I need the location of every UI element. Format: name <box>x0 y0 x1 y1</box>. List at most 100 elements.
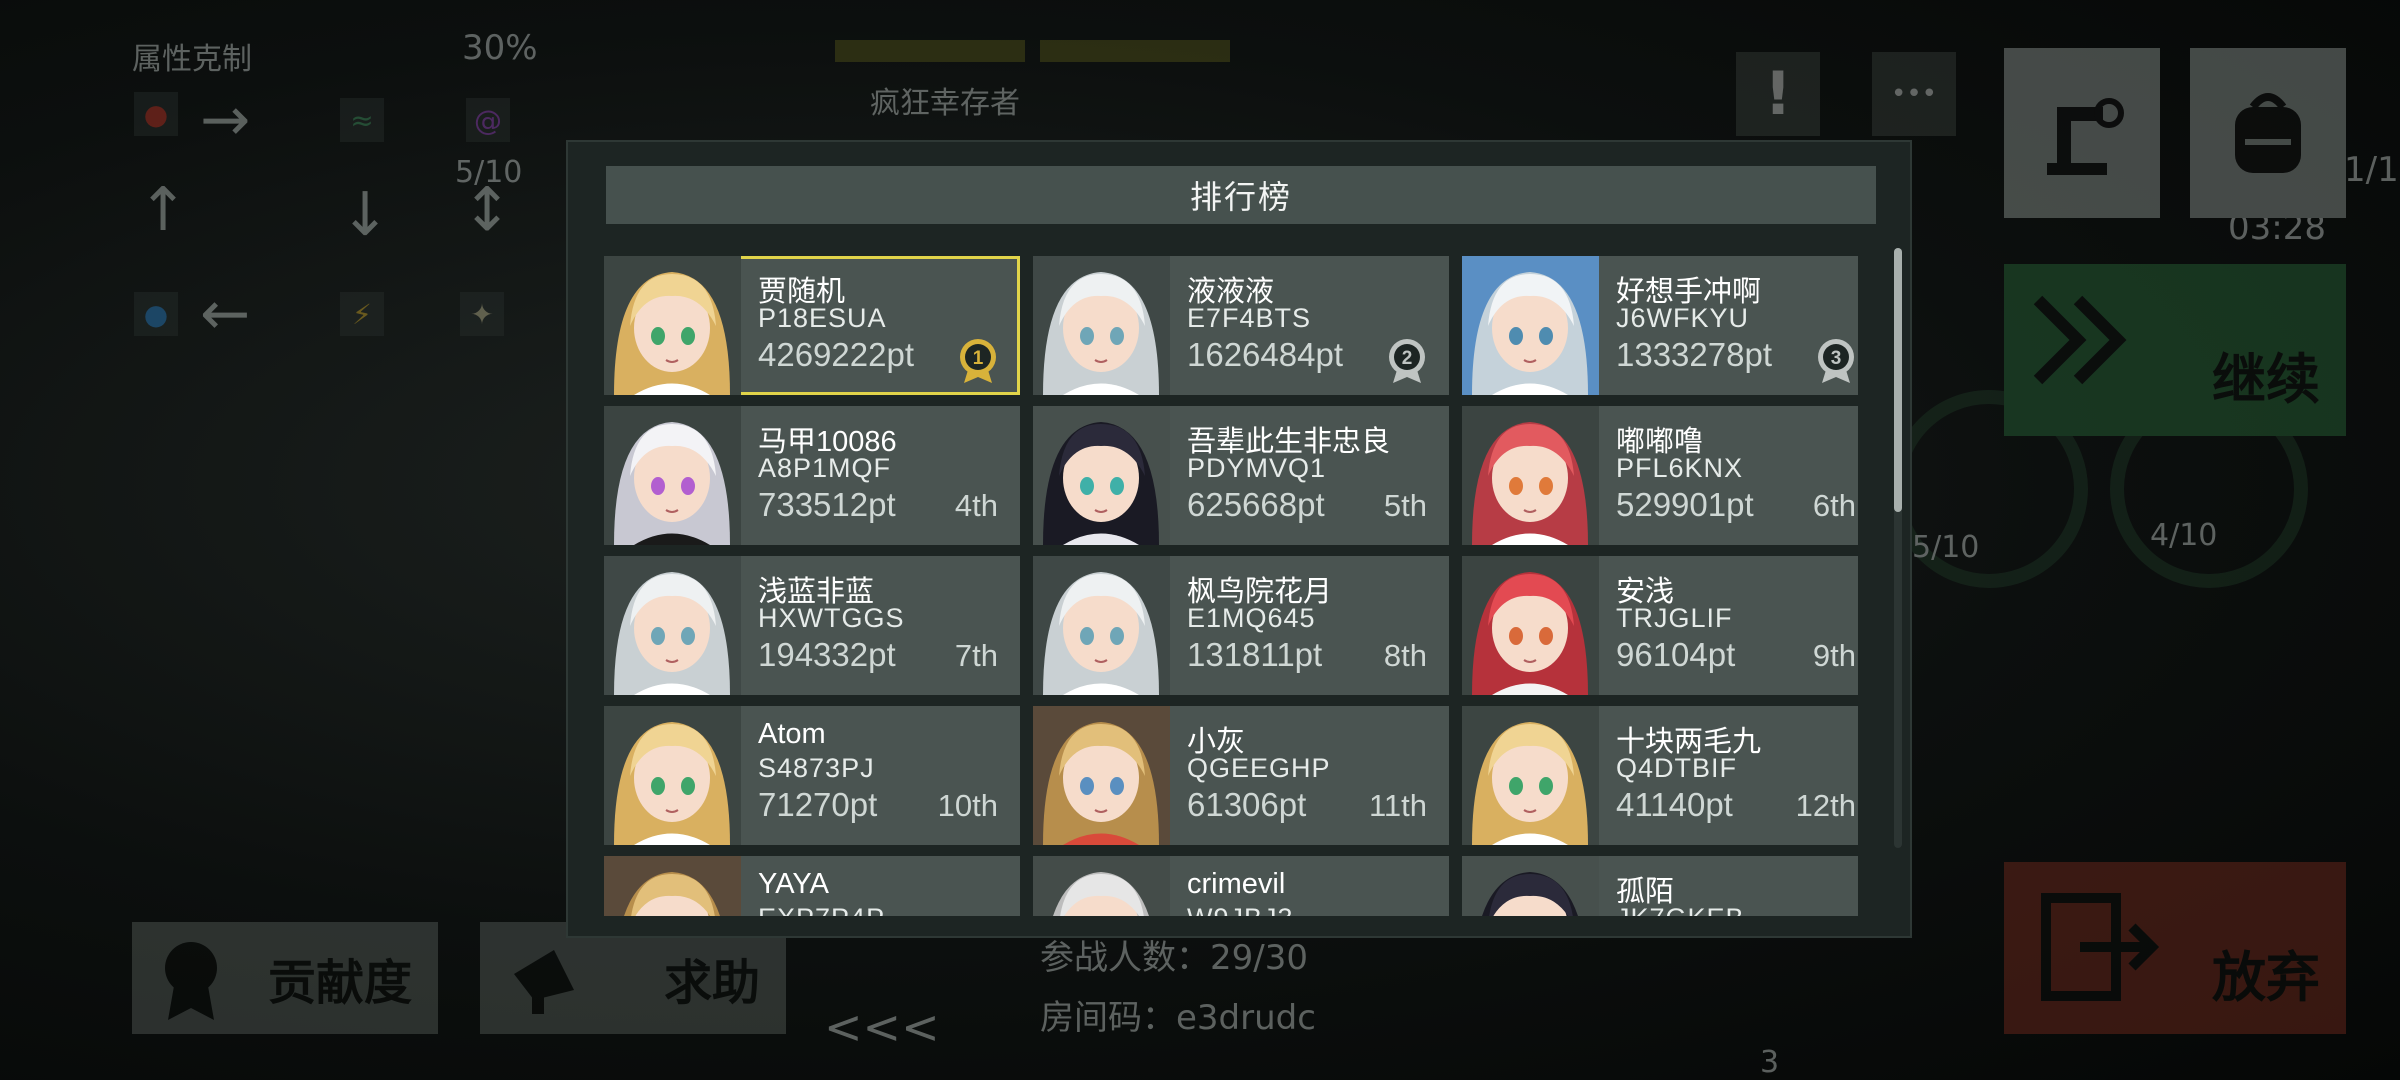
scrollbar-thumb[interactable] <box>1894 248 1902 512</box>
player-points: 41140pt <box>1616 786 1733 823</box>
avatar <box>1462 556 1599 695</box>
avatar <box>604 406 741 545</box>
avatar <box>1462 856 1599 916</box>
boss-hp-bar-a <box>835 40 1025 62</box>
avatar <box>1033 406 1170 545</box>
fire-element-icon: ● <box>134 92 178 136</box>
backpack-button[interactable] <box>2190 48 2346 218</box>
player-code: HXWTGGS <box>758 603 905 633</box>
player-points: 61306pt <box>1187 786 1307 823</box>
arrow-up-icon: ↑ <box>138 175 189 245</box>
avatar <box>1462 256 1599 395</box>
player-rank: 4th <box>954 488 998 523</box>
player-rank: 12th <box>1795 788 1856 823</box>
circle-count-b: 4/10 <box>2150 518 2218 553</box>
player-card[interactable]: YAYA EXP7P4P <box>604 856 1020 916</box>
rank-medal-icon: 1 <box>960 339 996 383</box>
player-card[interactable]: 液液液 E7F4BTS 1626484pt 2 <box>1033 256 1449 395</box>
avatar-portrait <box>1462 856 1599 916</box>
alert-icon: ! <box>1764 59 1792 129</box>
player-card[interactable]: 马甲10086 A8P1MQF 733512pt 4th <box>604 406 1020 545</box>
avatar <box>604 706 741 845</box>
boss-hp-bar-b <box>1040 40 1230 62</box>
svg-text:2: 2 <box>1402 348 1413 369</box>
avatar-portrait <box>1033 556 1170 695</box>
player-code: Q4DTBIF <box>1616 753 1738 783</box>
ranking-grid: 贾随机 P18ESUA 4269222pt 1 液液液 E7F4BTS 1626… <box>604 256 1858 916</box>
continue-button[interactable]: 继续 <box>2004 264 2346 436</box>
avatar <box>1033 706 1170 845</box>
rank-medal-icon: 3 <box>1818 339 1854 383</box>
arrow-updown-icon: ↕ <box>462 175 513 245</box>
avatar-portrait <box>1033 256 1170 395</box>
player-code: J6WFKYU <box>1616 303 1750 333</box>
chat-button[interactable]: ••• <box>1872 52 1956 136</box>
ranking-modal: 排行榜 贾随机 P18ESUA 4269222pt 1 液液液 E7F4BTS <box>566 140 1912 938</box>
player-card[interactable]: 吾辈此生非忠良 PDYMVQ1 625668pt 5th <box>1033 406 1449 545</box>
abandon-button[interactable]: 放弃 <box>2004 862 2346 1034</box>
player-code: PDYMVQ1 <box>1187 453 1327 483</box>
star-element-icon: ✦ <box>460 292 504 336</box>
double-chevron-icon <box>2033 295 2127 385</box>
player-points: 4269222pt <box>758 336 914 373</box>
attribute-counter-label: 属性克制 <box>132 42 252 77</box>
contribution-button[interactable]: 贡献度 <box>132 922 438 1034</box>
player-rank: 11th <box>1368 788 1427 823</box>
continue-label: 继续 <box>2212 348 2320 411</box>
modal-title: 排行榜 <box>606 166 1876 224</box>
avatar-portrait <box>604 856 741 916</box>
player-code: PFL6KNX <box>1616 453 1744 483</box>
side-counter: 1/1 <box>2344 150 2399 190</box>
player-code: TRJGLIF <box>1616 603 1733 633</box>
avatar-portrait <box>1033 706 1170 845</box>
avatar-portrait <box>604 706 741 845</box>
avatar <box>1033 856 1170 916</box>
avatar <box>1033 556 1170 695</box>
back-chevrons: <<< <box>824 1000 940 1054</box>
robot-arm-icon <box>2047 98 2124 175</box>
avatar-portrait <box>1462 406 1599 545</box>
player-card[interactable]: 小灰 QGEEGHP 61306pt 11th <box>1033 706 1449 845</box>
player-code: QGEEGHP <box>1187 753 1331 783</box>
void-element-icon: @ <box>466 98 510 142</box>
player-points: 1333278pt <box>1616 336 1772 373</box>
help-button[interactable]: 求助 <box>480 922 786 1034</box>
player-points: 96104pt <box>1616 636 1736 673</box>
wind-element-icon: ≈ <box>340 98 384 142</box>
player-card[interactable]: 浅蓝非蓝 HXWTGGS 194332pt 7th <box>604 556 1020 695</box>
player-points: 71270pt <box>758 786 878 823</box>
player-rank: 7th <box>954 638 998 673</box>
avatar-portrait <box>1462 706 1599 845</box>
scrollbar[interactable] <box>1894 248 1902 848</box>
avatar-portrait <box>1462 256 1599 395</box>
arrow-down-icon: ↓ <box>340 180 391 250</box>
player-code: JK7GKEB <box>1616 903 1745 916</box>
megaphone-icon <box>514 950 574 1014</box>
player-card[interactable]: 枫鸟院花月 E1MQ645 131811pt 8th <box>1033 556 1449 695</box>
arrow-right-icon: → <box>200 85 251 155</box>
equip-button[interactable] <box>2004 48 2160 218</box>
alert-button[interactable]: ! <box>1736 52 1820 136</box>
player-code: W9JBJ3 <box>1187 903 1294 916</box>
avatar-portrait <box>604 256 741 395</box>
water-element-icon: ● <box>134 292 178 336</box>
player-rank: 9th <box>1812 638 1856 673</box>
avatar <box>1033 256 1170 395</box>
room-code: 房间码：e3drudc <box>1040 998 1316 1038</box>
player-card[interactable]: 十块两毛九 Q4DTBIF 41140pt 12th <box>1462 706 1858 845</box>
player-card[interactable]: crimevil W9JBJ3 <box>1033 856 1449 916</box>
player-card[interactable]: 贾随机 P18ESUA 4269222pt 1 <box>604 256 1020 395</box>
player-card[interactable]: Atom S4873PJ 71270pt 10th <box>604 706 1020 845</box>
player-card[interactable]: 好想手冲啊 J6WFKYU 1333278pt 3 <box>1462 256 1858 395</box>
avatar-portrait <box>1033 406 1170 545</box>
player-points: 131811pt <box>1187 636 1323 673</box>
circle-count-a: 5/10 <box>1912 530 1980 565</box>
player-name: YAYA <box>758 868 829 900</box>
player-points: 625668pt <box>1187 486 1325 523</box>
rank-medal-icon: 2 <box>1389 339 1425 383</box>
player-card[interactable]: 嘟嘟噜 PFL6KNX 529901pt 6th <box>1462 406 1858 545</box>
ranking-list[interactable]: 贾随机 P18ESUA 4269222pt 1 液液液 E7F4BTS 1626… <box>604 256 1858 916</box>
player-card[interactable]: 孤陌 JK7GKEB <box>1462 856 1858 916</box>
player-code: P18ESUA <box>758 303 887 333</box>
player-card[interactable]: 安浅 TRJGLIF 96104pt 9th <box>1462 556 1858 695</box>
